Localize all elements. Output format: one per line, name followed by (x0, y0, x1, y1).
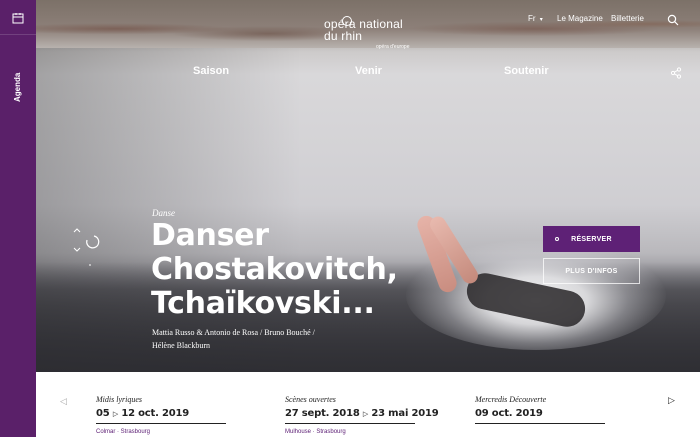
search-icon[interactable] (667, 13, 679, 26)
event-date: 27 sept. 2018 ▷ 23 mai 2019 (285, 408, 455, 419)
nav-venir[interactable]: Venir (355, 65, 382, 77)
event-divider (96, 423, 226, 424)
hero-title-line: Chostakovitch, (151, 252, 398, 287)
nav-soutenir[interactable]: Soutenir (504, 65, 549, 77)
more-info-label: PLUS D'INFOS (565, 267, 618, 275)
more-info-button[interactable]: PLUS D'INFOS (543, 258, 640, 284)
ticket-icon (555, 237, 559, 241)
chevron-down-icon: ▾ (539, 17, 543, 23)
logo-tagline: opéra d'europe (376, 44, 410, 50)
event-date: 05 ▷ 12 oct. 2019 (96, 408, 266, 419)
calendar-icon[interactable] (12, 11, 24, 24)
event-divider (475, 423, 605, 424)
hero-title-line: Tchaïkovski... (151, 286, 375, 321)
site-logo[interactable]: opéra national du rhin opéra d'europe (324, 16, 409, 50)
hero-title[interactable]: Danser Chostakovitch, Tchaïkovski... (151, 219, 451, 321)
event-category: Scènes ouvertes (285, 395, 336, 404)
reserve-button[interactable]: RÉSERVER (543, 226, 640, 252)
event-card[interactable]: Midis lyriques 05 ▷ 12 oct. 2019 Colmar … (96, 395, 266, 435)
event-place: Mulhouse · Strasbourg (285, 429, 346, 435)
billetterie-link[interactable]: Billetterie (611, 14, 644, 23)
hero-credits-line: Hélène Blackburn (152, 341, 210, 350)
event-card[interactable]: Scènes ouvertes 27 sept. 2018 ▷ 23 mai 2… (285, 395, 455, 435)
event-divider (285, 423, 415, 424)
nav-saison[interactable]: Saison (193, 65, 229, 77)
reserve-label: RÉSERVER (571, 235, 612, 243)
event-date: 09 oct. 2019 (475, 408, 543, 419)
logo-line2: du rhin (324, 29, 363, 43)
event-place: Colmar · Strasbourg (96, 429, 151, 435)
carousel-controls[interactable] (72, 228, 100, 268)
event-date-end: 23 mai 2019 (371, 408, 439, 419)
magazine-link[interactable]: Le Magazine (557, 14, 603, 23)
event-date-end: 12 oct. 2019 (121, 408, 190, 419)
hero-title-line: Danser (151, 218, 269, 253)
logo-emblem-icon (342, 16, 352, 26)
play-icon: ▷ (112, 410, 119, 418)
carousel-prev-icon[interactable]: ◁ (60, 396, 67, 407)
language-selector[interactable]: Fr ▾ (528, 14, 543, 23)
event-card[interactable]: Mercredis Découverte 09 oct. 2019 (475, 395, 645, 424)
event-category: Midis lyriques (96, 395, 142, 404)
agenda-label: Agenda (13, 72, 22, 102)
event-date-start: 27 sept. 2018 (285, 408, 360, 419)
hero-category: Danse (152, 208, 175, 218)
agenda-link[interactable]: Agenda (6, 72, 30, 104)
events-carousel: ◁ Midis lyriques 05 ▷ 12 oct. 2019 Colma… (36, 372, 700, 437)
hero-credits-line: Mattia Russo & Antonio de Rosa / Bruno B… (152, 328, 315, 337)
rail-divider (0, 34, 36, 35)
agenda-sidebar[interactable]: Agenda (0, 0, 36, 437)
carousel-next-icon[interactable]: ▷ (668, 395, 675, 406)
share-icon[interactable] (670, 66, 682, 79)
event-category: Mercredis Découverte (475, 395, 547, 404)
play-icon: ▷ (362, 410, 369, 418)
event-date-start: 05 (96, 408, 110, 419)
hero-credits: Mattia Russo & Antonio de Rosa / Bruno B… (152, 326, 382, 352)
language-value: Fr (528, 14, 536, 23)
